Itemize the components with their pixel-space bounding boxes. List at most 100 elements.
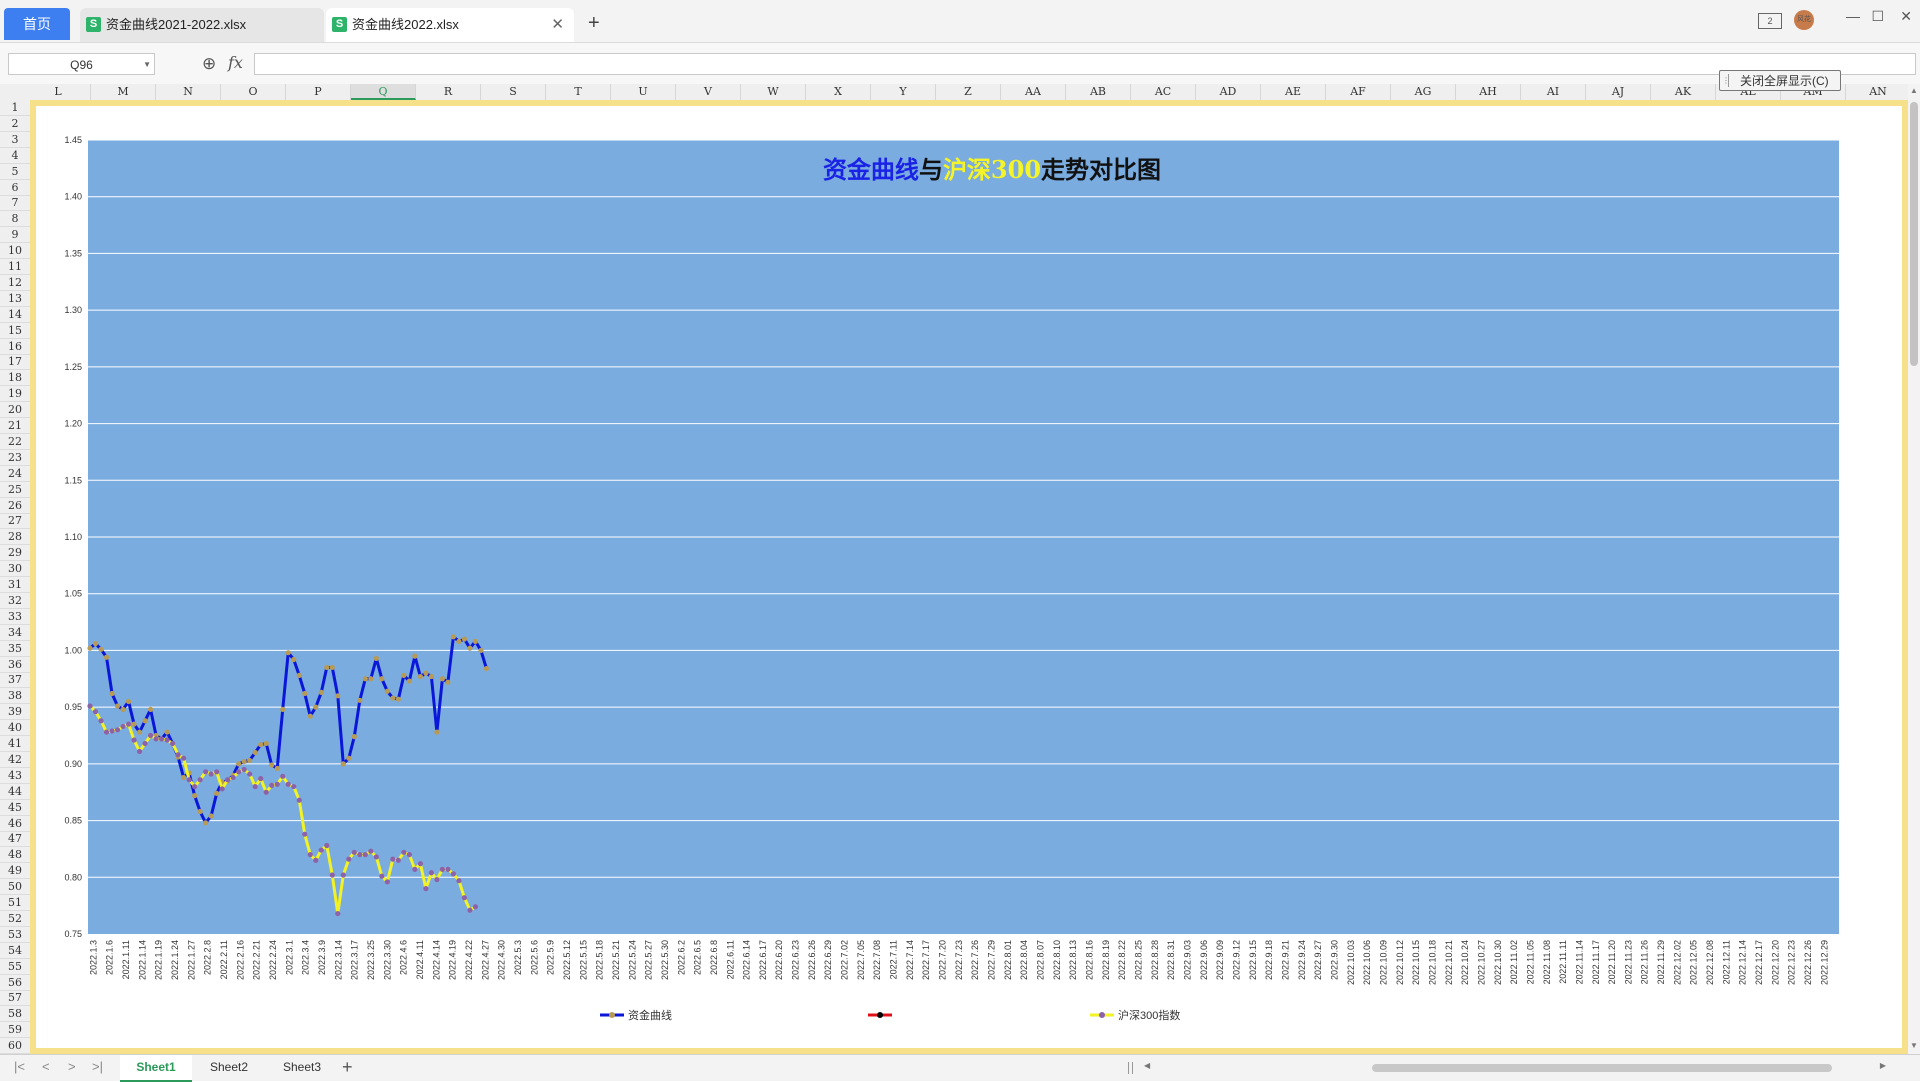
column-header-AC[interactable]: AC <box>1131 84 1196 100</box>
minimize-icon[interactable]: — <box>1846 8 1860 24</box>
column-header-AB[interactable]: AB <box>1066 84 1131 100</box>
new-tab-button[interactable]: + <box>588 12 600 35</box>
column-header-Q[interactable]: Q <box>351 84 416 100</box>
row-header-52[interactable]: 52 <box>0 911 30 927</box>
row-header-40[interactable]: 40 <box>0 720 30 737</box>
vertical-scrollbar[interactable]: ▲ ▼ <box>1908 84 1920 1054</box>
zoom-icon[interactable]: ⊕ <box>202 54 216 74</box>
row-header-11[interactable]: 11 <box>0 259 30 275</box>
column-header-AJ[interactable]: AJ <box>1586 84 1651 100</box>
row-header-13[interactable]: 13 <box>0 291 30 307</box>
column-header-AN[interactable]: AN <box>1846 84 1908 100</box>
row-header-55[interactable]: 55 <box>0 959 30 975</box>
vertical-scroll-thumb[interactable] <box>1910 102 1918 366</box>
avatar[interactable]: 风花 <box>1794 10 1814 30</box>
row-header-26[interactable]: 26 <box>0 498 30 514</box>
row-header-57[interactable]: 57 <box>0 990 30 1007</box>
row-header-56[interactable]: 56 <box>0 975 30 991</box>
row-header-45[interactable]: 45 <box>0 800 30 816</box>
row-header-35[interactable]: 35 <box>0 641 30 657</box>
close-window-icon[interactable]: ✕ <box>1900 8 1912 25</box>
scroll-left-icon[interactable]: ◀ <box>1144 1061 1150 1070</box>
row-header-14[interactable]: 14 <box>0 307 30 323</box>
column-header-V[interactable]: V <box>676 84 741 100</box>
column-header-X[interactable]: X <box>806 84 871 100</box>
row-header-1[interactable]: 1 <box>0 100 30 116</box>
column-header-AG[interactable]: AG <box>1391 84 1456 100</box>
row-header-58[interactable]: 58 <box>0 1006 30 1023</box>
next-sheet-icon[interactable]: > <box>68 1059 76 1074</box>
row-header-38[interactable]: 38 <box>0 688 30 705</box>
row-header-8[interactable]: 8 <box>0 211 30 228</box>
maximize-icon[interactable]: ☐ <box>1871 8 1884 25</box>
sheet-tab-2[interactable]: Sheet2 <box>192 1055 266 1080</box>
column-header-Z[interactable]: Z <box>936 84 1001 100</box>
close-tab-icon[interactable]: ✕ <box>551 8 564 42</box>
column-header-AH[interactable]: AH <box>1456 84 1521 100</box>
row-header-27[interactable]: 27 <box>0 513 30 530</box>
column-header-AE[interactable]: AE <box>1261 84 1326 100</box>
row-header-23[interactable]: 23 <box>0 450 30 466</box>
column-header-AK[interactable]: AK <box>1651 84 1716 100</box>
sheet-tab-3[interactable]: Sheet3 <box>266 1055 338 1080</box>
row-header-16[interactable]: 16 <box>0 339 30 355</box>
row-header-12[interactable]: 12 <box>0 275 30 291</box>
column-header-P[interactable]: P <box>286 84 351 100</box>
row-header-25[interactable]: 25 <box>0 482 30 498</box>
first-sheet-icon[interactable]: |< <box>14 1059 25 1074</box>
row-header-15[interactable]: 15 <box>0 323 30 339</box>
row-header-48[interactable]: 48 <box>0 847 30 864</box>
row-header-34[interactable]: 34 <box>0 625 30 641</box>
row-header-46[interactable]: 46 <box>0 816 30 832</box>
chevron-down-icon[interactable]: ▼ <box>143 54 151 76</box>
row-header-19[interactable]: 19 <box>0 386 30 403</box>
row-header-44[interactable]: 44 <box>0 784 30 800</box>
row-header-4[interactable]: 4 <box>0 148 30 164</box>
column-header-AI[interactable]: AI <box>1521 84 1586 100</box>
column-header-AD[interactable]: AD <box>1196 84 1261 100</box>
column-header-AA[interactable]: AA <box>1001 84 1066 100</box>
row-header-3[interactable]: 3 <box>0 132 30 148</box>
prev-sheet-icon[interactable]: < <box>42 1059 50 1074</box>
row-header-18[interactable]: 18 <box>0 370 30 387</box>
column-header-Y[interactable]: Y <box>871 84 936 100</box>
row-header-51[interactable]: 51 <box>0 895 30 911</box>
row-header-50[interactable]: 50 <box>0 879 30 896</box>
column-header-R[interactable]: R <box>416 84 481 100</box>
select-all-corner[interactable] <box>0 84 31 101</box>
row-header-54[interactable]: 54 <box>0 943 30 959</box>
row-header-20[interactable]: 20 <box>0 402 30 419</box>
scroll-up-icon[interactable]: ▲ <box>1910 86 1918 95</box>
row-header-49[interactable]: 49 <box>0 863 30 880</box>
column-header-AF[interactable]: AF <box>1326 84 1391 100</box>
name-box[interactable]: Q96 ▼ <box>8 53 155 75</box>
column-header-U[interactable]: U <box>611 84 676 100</box>
row-header-9[interactable]: 9 <box>0 227 30 244</box>
scroll-down-icon[interactable]: ▼ <box>1910 1041 1918 1050</box>
sheet-tab-1[interactable]: Sheet1 <box>120 1055 192 1082</box>
row-header-2[interactable]: 2 <box>0 116 30 132</box>
row-header-17[interactable]: 17 <box>0 354 30 371</box>
row-header-24[interactable]: 24 <box>0 466 30 482</box>
column-header-S[interactable]: S <box>481 84 546 100</box>
chart[interactable]: 0.75 0.80 0.85 0.90 0.95 1.00 1.05 1.10 1.15 1.20… <box>30 100 1908 1054</box>
split-handle[interactable] <box>1128 1062 1133 1074</box>
function-icon[interactable]: fx <box>228 53 243 72</box>
row-header-59[interactable]: 59 <box>0 1022 30 1039</box>
column-header-W[interactable]: W <box>741 84 806 100</box>
column-header-L[interactable]: L <box>30 84 91 100</box>
column-header-M[interactable]: M <box>91 84 156 100</box>
document-tab-2021-2022[interactable]: S 资金曲线2021-2022.xlsx <box>80 8 324 42</box>
row-header-60[interactable]: 60 <box>0 1038 30 1054</box>
horizontal-scrollbar[interactable]: ◀ ▶ <box>1128 1061 1886 1074</box>
row-header-33[interactable]: 33 <box>0 609 30 625</box>
row-header-53[interactable]: 53 <box>0 927 30 943</box>
row-header-37[interactable]: 37 <box>0 672 30 689</box>
document-tab-2022[interactable]: S 资金曲线2022.xlsx ✕ <box>326 8 574 42</box>
scroll-right-icon[interactable]: ▶ <box>1880 1061 1886 1070</box>
row-header-5[interactable]: 5 <box>0 164 30 180</box>
row-header-31[interactable]: 31 <box>0 577 30 593</box>
formula-input[interactable] <box>254 53 1916 75</box>
exit-fullscreen-button[interactable]: ⋮ 关闭全屏显示(C) <box>1719 70 1841 91</box>
row-header-29[interactable]: 29 <box>0 545 30 562</box>
